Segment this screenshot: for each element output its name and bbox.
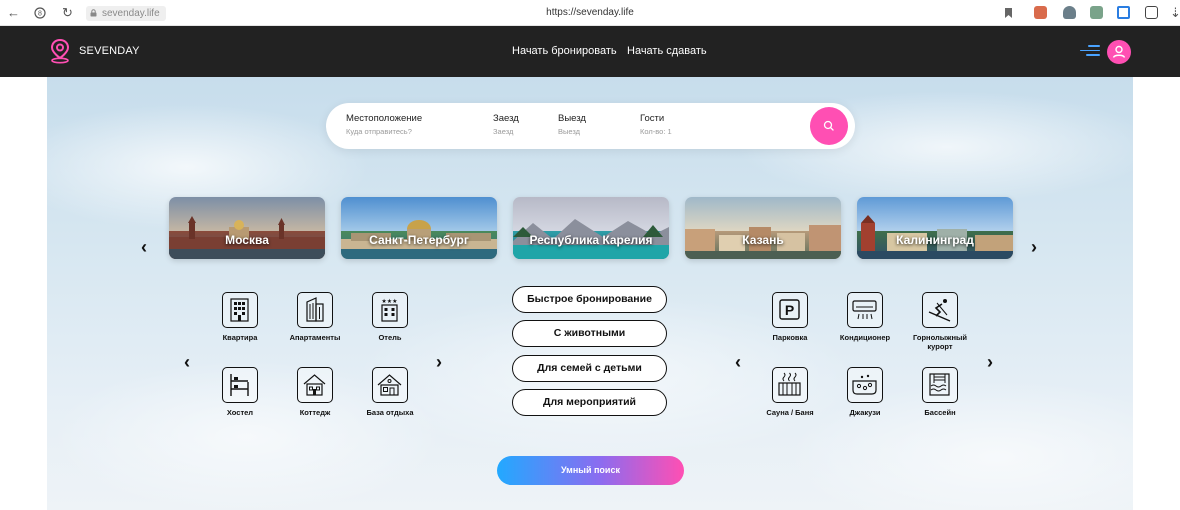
filter-events-button[interactable]: Для мероприятий [512,389,667,416]
filter-quick-booking-button[interactable]: Быстрое бронирование [512,286,667,313]
bookmark-icon[interactable] [1004,7,1013,19]
location-placeholder: Куда отправитесь? [346,127,412,136]
cities-prev-arrow-icon[interactable]: ‹ [141,238,147,256]
amenity-label: Джакузи [849,408,881,417]
extension-icon[interactable] [1145,6,1158,19]
filter-pets-button[interactable]: С животными [512,320,667,347]
hotel-icon: ★★★ [381,298,398,322]
types-prev-arrow-icon[interactable]: ‹ [184,353,190,371]
checkout-placeholder: Выезд [558,127,581,136]
type-label: Отель [378,333,402,342]
extension-icon[interactable] [1090,6,1103,19]
browser-toolbar: ← 8 ↻ sevenday.life https://sevenday.lif… [0,0,1180,26]
location-label: Местоположение [346,113,423,124]
extension-icon[interactable] [1117,6,1130,19]
brand-name[interactable]: SEVENDAY [79,45,140,57]
city-name: Казань [742,233,784,247]
amenity-jacuzzi[interactable]: Джакузи [830,367,900,417]
amenities-prev-arrow-icon[interactable]: ‹ [735,353,741,371]
city-card-kazan[interactable]: Казань [685,197,841,259]
search-button[interactable] [810,107,848,145]
amenity-label: Бассейн [924,408,956,417]
location-pin-logo-icon[interactable] [49,38,71,64]
nav-start-booking[interactable]: Начать бронировать [512,45,617,57]
cottage-icon [303,374,326,396]
city-name: Калининград [896,233,974,247]
type-hotel[interactable]: ★★★ Отель [355,292,425,342]
city-card-kaliningrad[interactable]: Калининград [857,197,1013,259]
amenity-sauna[interactable]: Сауна / Баня [755,367,825,417]
checkin-placeholder: Заезд [493,127,514,136]
apartment-building-icon [230,298,249,322]
type-cottage[interactable]: Коттедж [280,367,350,417]
type-apartment[interactable]: Квартира [205,292,275,342]
recreation-base-icon [377,374,402,396]
types-next-arrow-icon[interactable]: › [436,353,442,371]
nav-start-renting[interactable]: Начать сдавать [627,45,707,57]
city-name: Республика Карелия [529,233,653,247]
guests-placeholder: Кол-во: 1 [640,127,672,136]
user-icon [1112,45,1126,58]
amenity-label: Сауна / Баня [766,408,814,417]
city-card-karelia[interactable]: Республика Карелия [513,197,669,259]
svg-text:P: P [785,302,794,318]
amenity-ski-resort[interactable]: Горнолыжный курорт [905,292,975,351]
type-recreation-base[interactable]: База отдыха [355,367,425,417]
skier-icon [928,299,951,322]
amenity-label: Горнолыжный курорт [913,333,967,351]
amenities-next-arrow-icon[interactable]: › [987,353,993,371]
hero-section: Местоположение Куда отправитесь? Заезд З… [47,77,1133,510]
type-label: Хостел [226,408,254,417]
extension-icon[interactable] [1034,6,1047,19]
amenity-label: Парковка [772,333,808,342]
checkout-label: Выезд [558,113,586,124]
location-field[interactable]: Местоположение Куда отправитесь? [346,113,422,136]
avatar[interactable] [1107,40,1131,64]
guests-field[interactable]: Гости Кол-во: 1 [640,113,672,136]
parking-icon: P [779,299,800,320]
address-full: https://sevenday.life [546,7,634,18]
filter-families-button[interactable]: Для семей с детьми [512,355,667,382]
type-label: Квартира [222,333,258,342]
jacuzzi-icon [852,374,877,395]
city-name: Москва [225,233,269,247]
amenity-label: Кондиционер [839,333,891,342]
site-header: SEVENDAY Начать бронировать Начать сдава… [0,26,1180,77]
air-conditioner-icon [852,300,877,320]
type-label: Коттедж [299,408,331,417]
apartments-building-icon [306,297,324,322]
svg-text:★★★: ★★★ [381,298,397,305]
city-card-moscow[interactable]: Москва [169,197,325,259]
sauna-icon [778,372,801,396]
checkin-label: Заезд [493,113,519,124]
checkin-field[interactable]: Заезд Заезд [493,113,519,136]
extension-icon[interactable] [1063,6,1076,19]
amenity-pool[interactable]: Бассейн [905,367,975,417]
search-icon [823,120,834,131]
smart-search-button[interactable]: Умный поиск [497,456,684,485]
city-name: Санкт-Петербург [369,233,469,247]
type-hostel[interactable]: Хостел [205,367,275,417]
checkout-field[interactable]: Выезд Выезд [558,113,586,136]
swimming-pool-icon [929,373,950,396]
cities-next-arrow-icon[interactable]: › [1031,238,1037,256]
menu-icon[interactable] [1080,45,1100,57]
bunk-bed-icon [230,374,249,396]
search-bar: Местоположение Куда отправитесь? Заезд З… [326,103,855,149]
type-label: Апартаменты [289,333,341,342]
guests-label: Гости [640,113,665,124]
type-apartments[interactable]: Апартаменты [280,292,350,342]
city-card-saint-petersburg[interactable]: Санкт-Петербург [341,197,497,259]
amenity-parking[interactable]: P Парковка [755,292,825,342]
download-icon[interactable]: ⇣ [1170,5,1180,21]
amenity-air-conditioner[interactable]: Кондиционер [830,292,900,342]
type-label: База отдыха [366,408,414,417]
